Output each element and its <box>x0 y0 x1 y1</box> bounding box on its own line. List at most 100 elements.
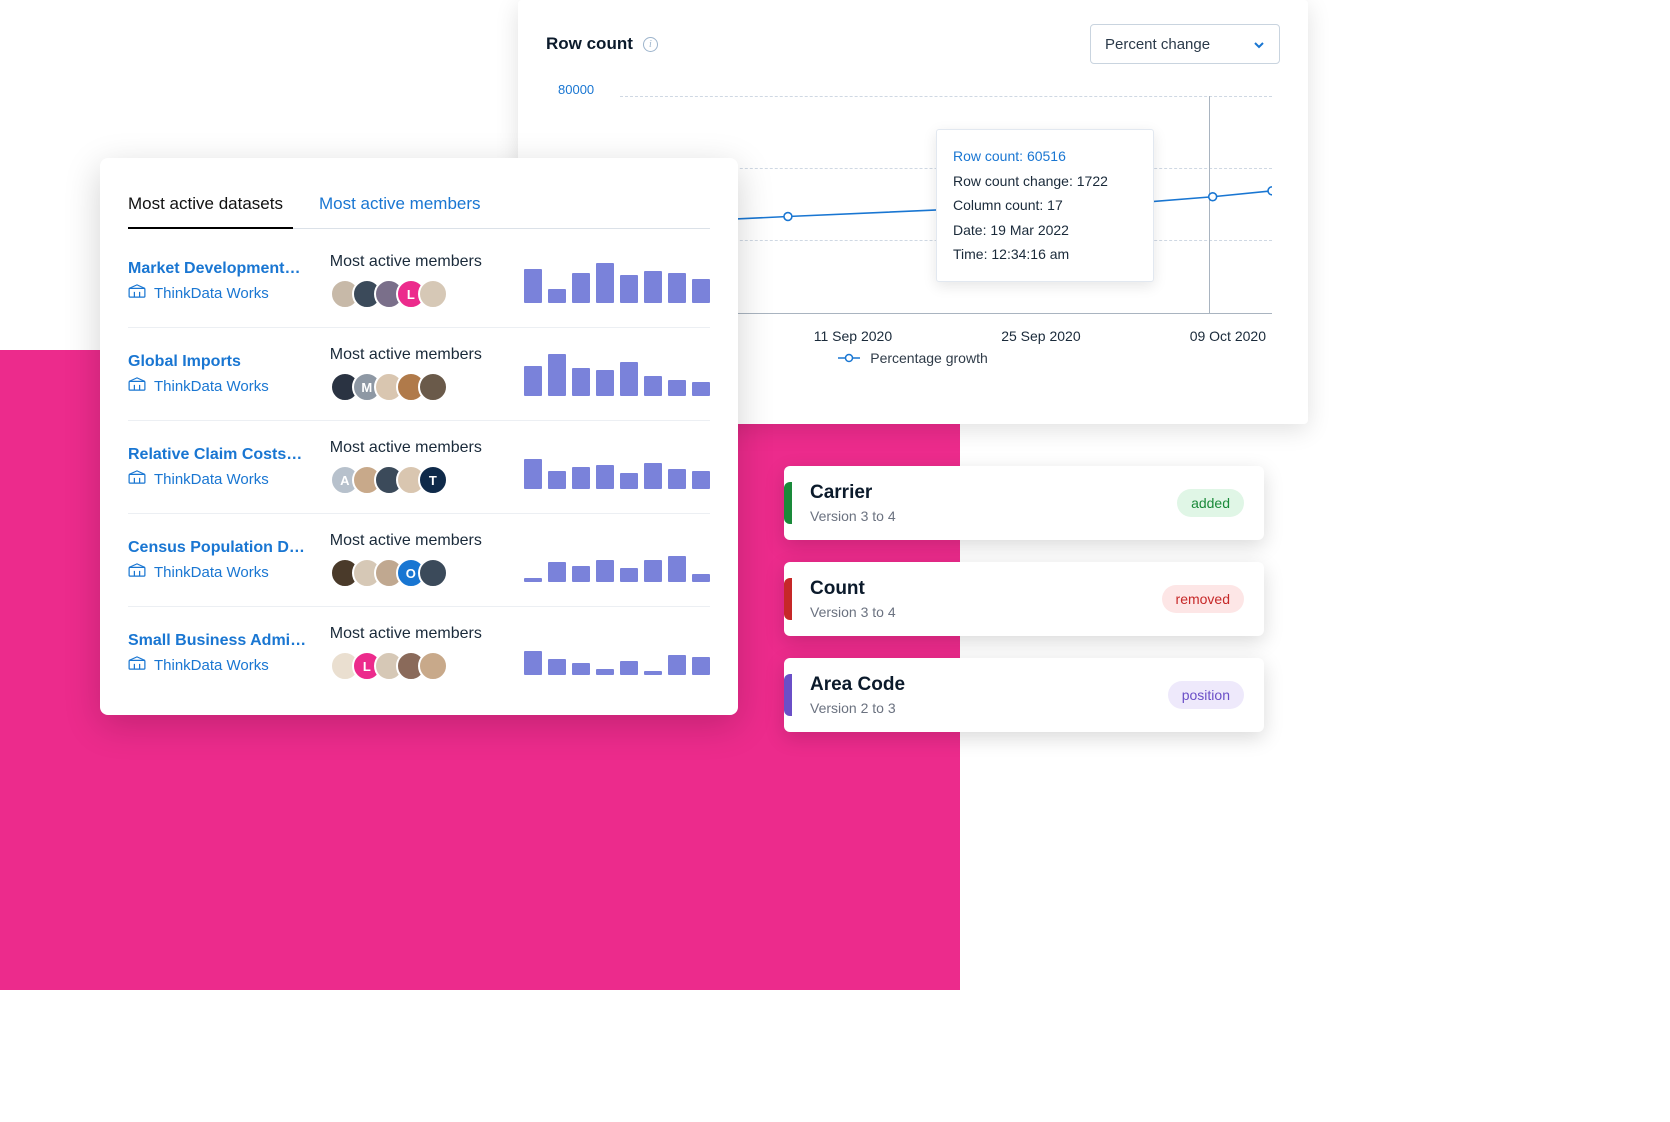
dataset-name[interactable]: Relative Claim Costs… <box>128 446 318 464</box>
legend-marker-icon <box>838 353 860 363</box>
dataset-org-label: ThinkData Works <box>154 564 269 581</box>
tooltip-row-change: Row count change: 1722 <box>953 169 1137 194</box>
spark-bar <box>548 471 566 489</box>
spark-bar <box>620 661 638 675</box>
spark-bar <box>596 465 614 489</box>
spark-bar <box>524 459 542 489</box>
status-badge: added <box>1177 489 1244 517</box>
dataset-org[interactable]: ThinkData Works <box>128 563 318 581</box>
tooltip-row-count-value: 60516 <box>1027 148 1066 164</box>
tooltip-time: Time: 12:34:16 am <box>953 242 1137 267</box>
spark-bar <box>548 354 566 396</box>
spark-bar <box>692 382 710 396</box>
avatar: T <box>418 465 448 495</box>
spark-bar <box>620 362 638 396</box>
dataset-org[interactable]: ThinkData Works <box>128 656 318 674</box>
spark-bar <box>572 566 590 582</box>
schema-change-list: CarrierVersion 3 to 4addedCountVersion 3… <box>784 466 1264 732</box>
dataset-org[interactable]: ThinkData Works <box>128 470 318 488</box>
spark-bar <box>620 568 638 582</box>
tab-most-active-datasets[interactable]: Most active datasets <box>128 186 283 228</box>
tooltip-row-count-label: Row count: <box>953 148 1023 164</box>
most-active-members-label: Most active members <box>330 532 512 550</box>
change-subtitle: Version 3 to 4 <box>810 604 1162 620</box>
dataset-org-label: ThinkData Works <box>154 378 269 395</box>
dataset-row[interactable]: Global Imports ThinkData Works Most active… <box>128 328 710 421</box>
sparkline <box>524 538 710 582</box>
warehouse-icon <box>128 377 146 395</box>
change-subtitle: Version 3 to 4 <box>810 508 1177 524</box>
dataset-row[interactable]: Census Population D… ThinkData Works Most … <box>128 514 710 607</box>
dataset-row[interactable]: Relative Claim Costs… ThinkData Works Most… <box>128 421 710 514</box>
dataset-org-label: ThinkData Works <box>154 657 269 674</box>
dataset-name[interactable]: Small Business Admi… <box>128 632 318 650</box>
status-badge: removed <box>1162 585 1244 613</box>
spark-bar <box>548 562 566 582</box>
chevron-down-icon <box>1253 38 1265 50</box>
spark-bar <box>548 289 566 303</box>
spark-bar <box>596 370 614 396</box>
metric-select[interactable]: Percent change <box>1090 24 1280 64</box>
most-active-members-label: Most active members <box>330 625 512 643</box>
dataset-name[interactable]: Global Imports <box>128 353 318 371</box>
avatar <box>418 558 448 588</box>
change-title: Count <box>810 578 1162 600</box>
spark-bar <box>692 657 710 675</box>
spark-bar <box>620 275 638 303</box>
y-axis-tick: 80000 <box>558 82 594 97</box>
spark-bar <box>620 473 638 489</box>
spark-bar <box>572 368 590 396</box>
legend-label: Percentage growth <box>870 350 988 366</box>
most-active-members-label: Most active members <box>330 439 512 457</box>
spark-bar <box>548 659 566 675</box>
most-active-members-label: Most active members <box>330 253 512 271</box>
change-title: Area Code <box>810 674 1168 696</box>
avatar <box>418 279 448 309</box>
x-tick: 25 Sep 2020 <box>1001 328 1080 344</box>
spark-bar <box>644 271 662 303</box>
spark-bar <box>596 560 614 582</box>
spark-bar <box>692 574 710 582</box>
avatar-stack: L <box>330 279 512 309</box>
spark-bar <box>524 269 542 303</box>
spark-bar <box>644 376 662 396</box>
chart-tooltip: Row count: 60516 Row count change: 1722 … <box>936 129 1154 282</box>
spark-bar <box>572 273 590 303</box>
spark-bar <box>524 366 542 396</box>
avatar-stack: M <box>330 372 512 402</box>
dataset-row[interactable]: Market Development… ThinkData Works Most a… <box>128 235 710 328</box>
accent-bar <box>784 578 792 620</box>
avatar <box>418 372 448 402</box>
x-tick: 09 Oct 2020 <box>1190 328 1266 344</box>
avatar-stack: L <box>330 651 512 681</box>
dataset-org[interactable]: ThinkData Works <box>128 284 318 302</box>
dataset-row[interactable]: Small Business Admi… ThinkData Works Most … <box>128 607 710 699</box>
dataset-name[interactable]: Market Development… <box>128 260 318 278</box>
tab-most-active-members[interactable]: Most active members <box>319 186 481 228</box>
metric-select-value: Percent change <box>1105 36 1210 53</box>
dataset-org-label: ThinkData Works <box>154 471 269 488</box>
chart-title: Row count <box>546 34 633 54</box>
spark-bar <box>572 663 590 675</box>
spark-bar <box>572 467 590 489</box>
sparkline <box>524 352 710 396</box>
x-tick: 11 Sep 2020 <box>814 328 892 344</box>
spark-bar <box>692 279 710 303</box>
schema-change-card[interactable]: Area CodeVersion 2 to 3position <box>784 658 1264 732</box>
warehouse-icon <box>128 470 146 488</box>
dataset-name[interactable]: Census Population D… <box>128 539 318 557</box>
accent-bar <box>784 674 792 716</box>
schema-change-card[interactable]: Carrier Version 3 to 4added <box>784 466 1264 540</box>
change-subtitle: Version 2 to 3 <box>810 700 1168 716</box>
spark-bar <box>596 669 614 675</box>
spark-bar <box>644 671 662 675</box>
spark-bar <box>668 273 686 303</box>
dataset-org[interactable]: ThinkData Works <box>128 377 318 395</box>
spark-bar <box>668 556 686 582</box>
most-active-members-label: Most active members <box>330 346 512 364</box>
info-icon[interactable]: i <box>643 37 658 52</box>
spark-bar <box>668 655 686 675</box>
change-title: Carrier <box>810 482 1177 504</box>
schema-change-card[interactable]: Count Version 3 to 4removed <box>784 562 1264 636</box>
sparkline <box>524 259 710 303</box>
